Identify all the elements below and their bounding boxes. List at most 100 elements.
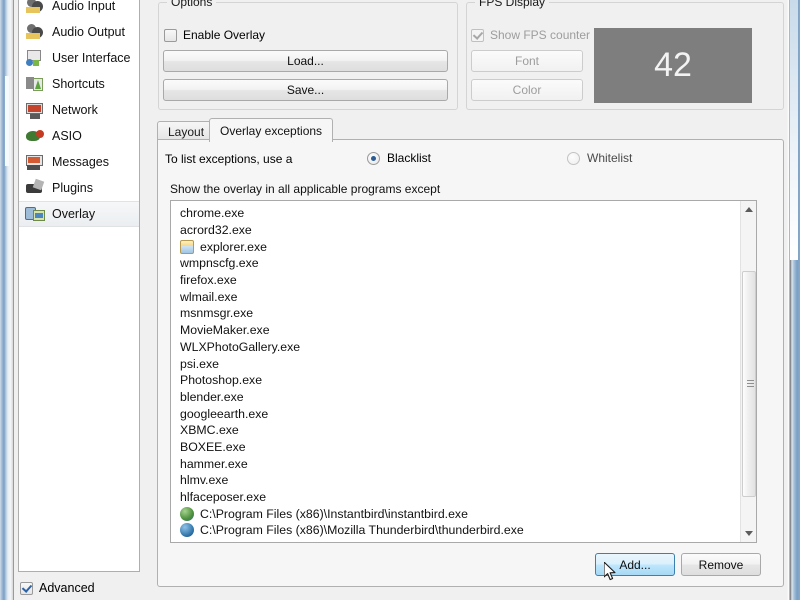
- list-item[interactable]: C:\Program Files (x86)\Mozilla Thunderbi…: [171, 522, 741, 539]
- list-item-label: blender.exe: [180, 389, 244, 404]
- list-hint-label: Show the overlay in all applicable progr…: [170, 182, 441, 196]
- sidebar-item-overlay[interactable]: Overlay: [19, 201, 139, 227]
- list-item[interactable]: msnmsgr.exe: [171, 305, 741, 322]
- sidebar-item-plugins[interactable]: Plugins: [19, 175, 139, 201]
- list-item-label: BOXEE.exe: [180, 439, 246, 454]
- list-item[interactable]: chrome.exe: [171, 205, 741, 222]
- sidebar-item-label: User Interface: [52, 51, 131, 65]
- list-item[interactable]: acrord32.exe: [171, 222, 741, 239]
- color-button[interactable]: Color: [471, 79, 583, 101]
- exceptions-listbox[interactable]: chrome.exe acrord32.exe explorer.exe wmp…: [170, 200, 757, 543]
- list-item-label: acrord32.exe: [180, 223, 252, 238]
- list-item[interactable]: XBMC.exe: [171, 422, 741, 439]
- tab-layout-label: Layout: [168, 125, 205, 139]
- list-item[interactable]: wmpnscfg.exe: [171, 255, 741, 272]
- blacklist-label: Blacklist: [387, 151, 432, 165]
- whitelist-radio[interactable]: Whitelist: [567, 151, 632, 165]
- scroll-up-arrow-icon[interactable]: [741, 201, 756, 218]
- list-item[interactable]: hlfaceposer.exe: [171, 489, 741, 506]
- list-item[interactable]: hammer.exe: [171, 455, 741, 472]
- list-item-label: psi.exe: [180, 356, 219, 371]
- fps-display-group-title: FPS Display: [475, 0, 550, 9]
- overlay-exceptions-panel: To list exceptions, use a Blacklist Whit…: [157, 139, 784, 587]
- enable-overlay-label: Enable Overlay: [183, 28, 266, 42]
- list-item[interactable]: psi.exe: [171, 355, 741, 372]
- scroll-down-arrow-icon[interactable]: [741, 525, 756, 542]
- sidebar-item-shortcuts[interactable]: Shortcuts: [19, 71, 139, 97]
- sidebar-item-label: Shortcuts: [52, 77, 105, 91]
- list-item-label: C:\Program Files (x86)\Mozilla Thunderbi…: [200, 523, 524, 538]
- list-item[interactable]: blender.exe: [171, 389, 741, 406]
- overlay-icon: [24, 204, 46, 224]
- list-item-label: WLXPhotoGallery.exe: [180, 339, 301, 354]
- fps-preview-value: 42: [654, 46, 692, 84]
- sidebar-item-network[interactable]: Network: [19, 97, 139, 123]
- advanced-checkbox[interactable]: Advanced: [20, 581, 95, 595]
- list-item-label: wlmail.exe: [180, 289, 238, 304]
- checkbox-box: [20, 581, 33, 595]
- load-button[interactable]: Load...: [163, 50, 448, 72]
- list-type-row: To list exceptions, use a Blacklist Whit…: [165, 151, 775, 169]
- checkbox-box: [164, 28, 177, 42]
- window-left-divider: [13, 0, 14, 600]
- checkbox-box: [471, 28, 484, 42]
- blacklist-radio[interactable]: Blacklist: [367, 151, 431, 165]
- color-button-label: Color: [512, 83, 542, 97]
- list-item[interactable]: WLXPhotoGallery.exe: [171, 339, 741, 356]
- plugins-icon: [24, 178, 46, 198]
- settings-window: Audio Input Audio Output User Interface …: [0, 0, 800, 600]
- list-item-label: MovieMaker.exe: [180, 323, 270, 338]
- radio-dot: [567, 151, 580, 165]
- list-item[interactable]: BOXEE.exe: [171, 439, 741, 456]
- scrollbar-grip: [747, 380, 754, 388]
- tab-strip: Layout Overlay exceptions: [157, 118, 784, 142]
- radio-dot: [367, 151, 380, 165]
- list-item-label: googleearth.exe: [180, 406, 269, 421]
- sidebar-item-label: ASIO: [52, 129, 82, 143]
- list-item-label: msnmsgr.exe: [180, 306, 254, 321]
- asio-icon: [24, 126, 46, 146]
- sidebar-item-asio[interactable]: ASIO: [19, 123, 139, 149]
- save-button-label: Save...: [286, 83, 325, 97]
- enable-overlay-checkbox[interactable]: Enable Overlay: [164, 28, 265, 42]
- list-item[interactable]: explorer.exe: [171, 238, 741, 255]
- window-right-border-highlight: [790, 0, 798, 260]
- tab-overlay-exceptions[interactable]: Overlay exceptions: [209, 118, 334, 142]
- list-item[interactable]: wlmail.exe: [171, 288, 741, 305]
- list-item[interactable]: C:\Program Files (x86)\Instantbird\insta…: [171, 505, 741, 522]
- list-item-label: Photoshop.exe: [180, 373, 263, 388]
- listbox-vertical-scrollbar[interactable]: [740, 201, 756, 542]
- sidebar-item-user-interface[interactable]: User Interface: [19, 45, 139, 71]
- sidebar-item-audio-output[interactable]: Audio Output: [19, 19, 139, 45]
- list-item[interactable]: googleearth.exe: [171, 405, 741, 422]
- list-item[interactable]: firefox.exe: [171, 272, 741, 289]
- sidebar-item-label: Plugins: [52, 181, 93, 195]
- options-group-title: Options: [167, 0, 217, 9]
- list-item[interactable]: MovieMaker.exe: [171, 322, 741, 339]
- list-item[interactable]: hlmv.exe: [171, 472, 741, 489]
- font-button-label: Font: [514, 54, 539, 68]
- show-fps-counter-checkbox[interactable]: Show FPS counter: [471, 28, 590, 42]
- sidebar-item-label: Overlay: [52, 207, 96, 221]
- save-button[interactable]: Save...: [163, 79, 448, 101]
- sidebar-item-messages[interactable]: Messages: [19, 149, 139, 175]
- list-item-label: hammer.exe: [180, 456, 248, 471]
- sidebar-item-label: Audio Output: [52, 25, 125, 39]
- list-item-label: C:\Program Files (x86)\Instantbird\insta…: [200, 506, 468, 521]
- list-item-label: hlfaceposer.exe: [180, 490, 267, 505]
- instantbird-icon: [180, 506, 194, 521]
- sidebar-item-label: Network: [52, 103, 98, 117]
- shortcuts-icon: [24, 74, 46, 94]
- network-icon: [24, 100, 46, 120]
- list-item-label: hlmv.exe: [180, 473, 229, 488]
- list-item-label: wmpnscfg.exe: [180, 256, 259, 271]
- sidebar-item-audio-input[interactable]: Audio Input: [19, 0, 139, 19]
- add-button[interactable]: Add...: [595, 553, 675, 576]
- messages-icon: [24, 152, 46, 172]
- settings-category-list[interactable]: Audio Input Audio Output User Interface …: [18, 0, 140, 572]
- window-left-border-highlight: [5, 76, 9, 166]
- scrollbar-thumb[interactable]: [742, 271, 756, 497]
- font-button[interactable]: Font: [471, 50, 583, 72]
- remove-button[interactable]: Remove: [681, 553, 761, 576]
- list-item[interactable]: Photoshop.exe: [171, 372, 741, 389]
